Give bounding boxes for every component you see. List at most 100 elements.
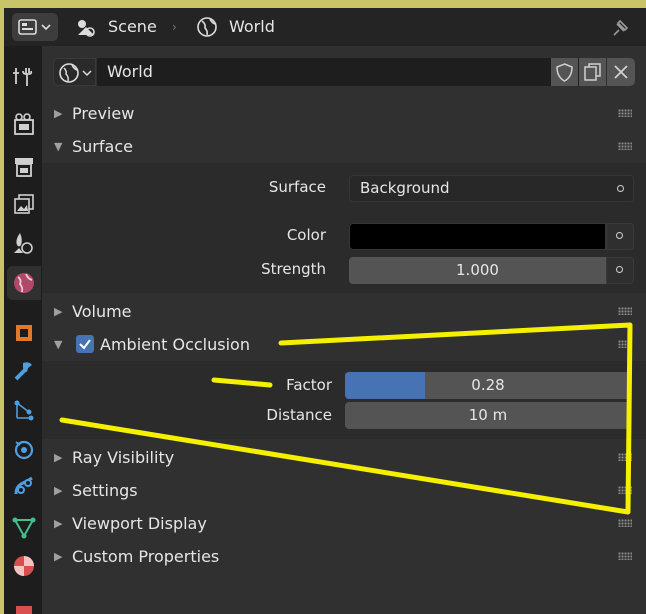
factor-label: Factor	[286, 376, 332, 394]
distance-label: Distance	[266, 406, 332, 424]
world-icon	[59, 63, 92, 83]
editor-type-button[interactable]	[12, 13, 58, 41]
panel-preview[interactable]: ▶ Preview	[42, 97, 646, 130]
breadcrumb-world[interactable]: World	[229, 8, 275, 46]
properties-tab-bar	[4, 46, 42, 614]
panel-ambient-occlusion[interactable]: ▼ Ambient Occlusion	[42, 328, 646, 361]
tab-physics[interactable]	[7, 432, 41, 466]
panel-ray-visibility[interactable]: ▶ Ray Visibility	[42, 441, 646, 474]
drag-handle-icon[interactable]	[618, 307, 632, 315]
breadcrumb-scene[interactable]: Scene	[108, 8, 157, 46]
duplicate-world-button[interactable]	[579, 58, 606, 86]
panel-volume[interactable]: ▶ Volume	[42, 295, 646, 328]
collapsed-arrow-icon: ▶	[54, 484, 63, 497]
properties-header: Scene › World	[4, 8, 646, 46]
strength-label: Strength	[261, 260, 326, 278]
tab-material[interactable]	[7, 548, 41, 582]
drag-handle-icon[interactable]	[618, 340, 632, 348]
checkmark-icon	[79, 339, 91, 350]
panel-surface-label: Surface	[72, 137, 133, 156]
tab-render[interactable]	[7, 108, 41, 142]
tab-constraints[interactable]	[7, 470, 41, 504]
properties-editor-icon	[18, 19, 51, 35]
tab-view-layer[interactable]	[7, 188, 41, 222]
shield-icon	[556, 63, 573, 82]
unlink-world-button[interactable]	[607, 58, 635, 86]
factor-slider-fill	[345, 372, 426, 399]
drag-handle-icon[interactable]	[618, 142, 632, 150]
panel-settings-label: Settings	[72, 481, 138, 500]
collapsed-arrow-icon: ▶	[54, 107, 63, 120]
surface-shader-value: Background	[360, 179, 450, 197]
tab-world[interactable]	[7, 266, 41, 300]
color-socket-button[interactable]	[606, 223, 634, 250]
surface-label: Surface	[268, 178, 326, 196]
tab-modifier[interactable]	[7, 354, 41, 388]
world-icon	[14, 273, 34, 293]
pin-icon[interactable]	[608, 8, 632, 46]
panel-ambient-occlusion-label: Ambient Occlusion	[100, 335, 250, 354]
tab-tool[interactable]	[7, 60, 41, 94]
panel-surface[interactable]: ▼ Surface	[42, 130, 646, 163]
tab-data[interactable]	[7, 510, 41, 544]
tab-texture[interactable]	[7, 594, 41, 614]
panel-custom-properties[interactable]: ▶ Custom Properties	[42, 540, 646, 573]
window-border-top	[0, 0, 646, 8]
strength-socket-button[interactable]	[606, 257, 634, 284]
browse-world-button[interactable]	[53, 58, 96, 86]
panel-viewport-display[interactable]: ▶ Viewport Display	[42, 507, 646, 540]
collapsed-arrow-icon: ▶	[54, 451, 63, 464]
surface-shader-selector[interactable]: Background	[349, 175, 634, 202]
world-name-field[interactable]: World	[97, 58, 603, 86]
panel-custom-properties-label: Custom Properties	[72, 547, 220, 566]
expanded-arrow-icon: ▼	[54, 338, 63, 351]
tab-output[interactable]	[7, 150, 41, 184]
constraints-icon	[14, 476, 33, 495]
drag-handle-icon[interactable]	[618, 109, 632, 117]
material-icon	[14, 556, 34, 576]
texture-icon	[16, 606, 32, 614]
tab-scene[interactable]	[7, 226, 41, 260]
panel-ray-visibility-label: Ray Visibility	[72, 448, 175, 467]
drag-handle-icon[interactable]	[618, 486, 632, 494]
factor-slider[interactable]: 0.28	[345, 372, 631, 399]
scene-icon	[74, 8, 98, 46]
output-icon	[15, 158, 33, 177]
object-icon	[16, 325, 32, 341]
socket-icon	[617, 185, 624, 192]
tab-object[interactable]	[7, 316, 41, 350]
drag-handle-icon[interactable]	[618, 519, 632, 527]
panel-settings[interactable]: ▶ Settings	[42, 474, 646, 507]
physics-icon	[14, 440, 34, 460]
color-swatch[interactable]	[349, 223, 606, 250]
collapsed-arrow-icon: ▶	[54, 517, 63, 530]
data-icon	[12, 517, 36, 539]
modifier-icon	[14, 362, 32, 381]
collapsed-arrow-icon: ▶	[54, 550, 63, 563]
scene-icon	[14, 233, 33, 254]
color-label: Color	[286, 226, 326, 244]
factor-value: 0.28	[471, 376, 505, 394]
view-layer-icon	[14, 194, 34, 214]
world-icon	[196, 8, 220, 46]
tool-icon	[13, 68, 33, 86]
drag-handle-icon[interactable]	[618, 552, 632, 560]
strength-field[interactable]: 1.000	[349, 257, 606, 284]
expanded-arrow-icon: ▼	[54, 140, 63, 153]
socket-icon	[616, 266, 623, 273]
duplicate-icon	[584, 63, 601, 81]
particles-icon	[14, 400, 34, 421]
panel-volume-label: Volume	[72, 302, 132, 321]
close-icon	[614, 65, 628, 79]
world-datablock-selector: World	[53, 58, 635, 86]
collapsed-arrow-icon: ▶	[54, 305, 63, 318]
drag-handle-icon[interactable]	[618, 453, 632, 461]
breadcrumb-separator: ›	[172, 20, 177, 34]
tab-particles[interactable]	[7, 394, 41, 428]
panel-preview-label: Preview	[72, 104, 135, 123]
distance-field[interactable]: 10 m	[345, 402, 631, 429]
socket-icon	[616, 232, 623, 239]
ambient-occlusion-checkbox[interactable]	[76, 335, 94, 353]
fake-user-button[interactable]	[551, 58, 578, 86]
render-icon	[14, 113, 34, 135]
